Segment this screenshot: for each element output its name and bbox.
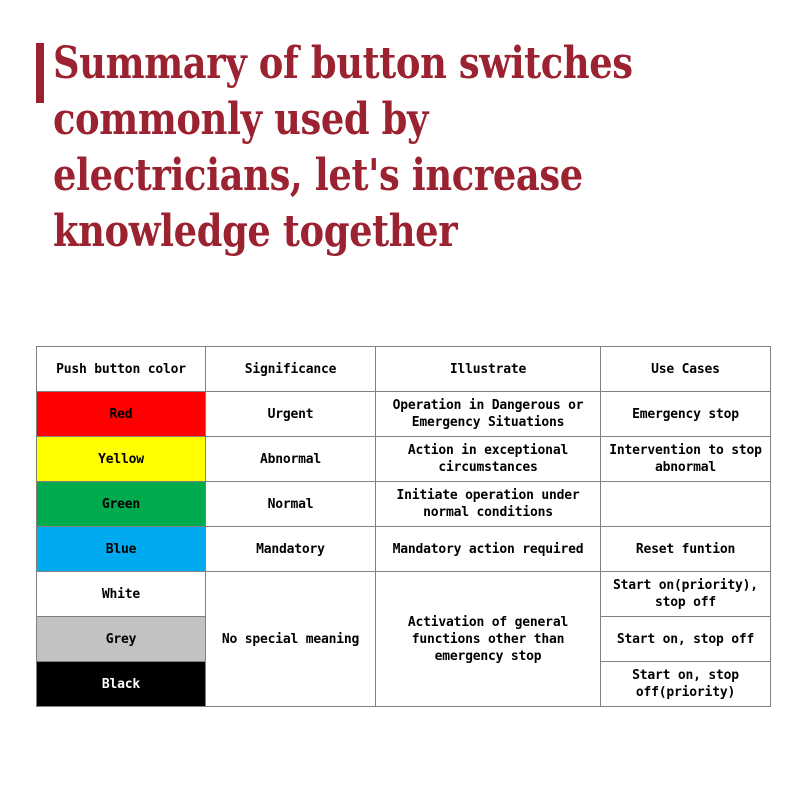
color-label: Yellow [98, 451, 144, 467]
spec-table: Push button color Significance Illustrat… [36, 346, 771, 707]
page-title: Summary of button switches commonly used… [36, 36, 736, 260]
color-label: Blue [105, 541, 137, 557]
significance-cell: Normal [205, 481, 376, 527]
use-cases-cell: Intervention to stop abnormal [600, 436, 771, 482]
color-swatch-blue: Blue [36, 526, 206, 572]
color-swatch-white: White [36, 571, 206, 617]
table-row: Green Normal Initiate operation under no… [36, 481, 771, 527]
color-label: Grey [105, 631, 137, 647]
color-swatch-yellow: Yellow [36, 436, 206, 482]
table-row: Yellow Abnormal Action in exceptional ci… [36, 436, 771, 482]
table-row: Red Urgent Operation in Dangerous or Eme… [36, 391, 771, 437]
header-significance: Significance [205, 346, 376, 392]
color-label: Black [101, 676, 141, 692]
header-illustrate: Illustrate [375, 346, 601, 392]
use-cases-cell: Emergency stop [600, 391, 771, 437]
color-swatch-grey: Grey [36, 616, 206, 662]
color-label: Red [109, 406, 133, 422]
color-swatch-green: Green [36, 481, 206, 527]
use-cases-cell: Start on, stop off [600, 616, 771, 662]
header-use-cases: Use Cases [600, 346, 771, 392]
title-accent-bar [36, 43, 44, 103]
title-text: Summary of button switches commonly used… [53, 38, 646, 257]
use-cases-cell: Reset funtion [600, 526, 771, 572]
illustrate-cell: Mandatory action required [375, 526, 601, 572]
push-button-color-table: Push button color Significance Illustrat… [36, 346, 771, 707]
illustrate-cell: Operation in Dangerous or Emergency Situ… [375, 391, 601, 437]
header-push-button-color: Push button color [36, 346, 206, 392]
illustrate-cell: Initiate operation under normal conditio… [375, 481, 601, 527]
color-label: White [101, 586, 141, 602]
significance-cell: Urgent [205, 391, 376, 437]
color-swatch-red: Red [36, 391, 206, 437]
significance-cell-merged: No special meaning [205, 571, 376, 707]
use-cases-cell: Start on, stop off(priority) [600, 661, 771, 707]
significance-cell: Abnormal [205, 436, 376, 482]
illustrate-cell: Action in exceptional circumstances [375, 436, 601, 482]
table-header-row: Push button color Significance Illustrat… [36, 346, 771, 392]
table-row: White No special meaning Activation of g… [36, 571, 771, 707]
document-page: Summary of button switches commonly used… [0, 0, 800, 800]
table-row: Blue Mandatory Mandatory action required… [36, 526, 771, 572]
color-label: Green [101, 496, 141, 512]
use-cases-cell [600, 481, 771, 527]
illustrate-cell-merged: Activation of general functions other th… [375, 571, 601, 707]
color-swatch-black: Black [36, 661, 206, 707]
significance-cell: Mandatory [205, 526, 376, 572]
use-cases-cell: Start on(priority), stop off [600, 571, 771, 617]
